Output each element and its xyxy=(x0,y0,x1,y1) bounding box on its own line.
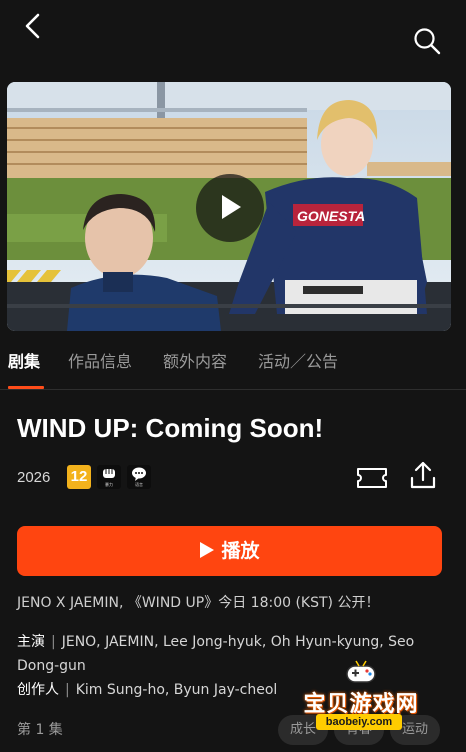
separator: | xyxy=(65,682,70,698)
play-button-label: 播放 xyxy=(221,540,260,562)
tab-bar: 剧集 作品信息 额外内容 活动／公告 xyxy=(0,336,466,390)
meta-row: 2026 12 暴力 语言 xyxy=(17,461,457,492)
cast-label: 主演 xyxy=(17,634,45,650)
fist-icon xyxy=(103,469,115,478)
violence-badge-label: 暴力 xyxy=(105,482,113,487)
speech-bubble-icon xyxy=(132,467,146,481)
play-button[interactable]: 播放 xyxy=(17,526,442,576)
play-button-overlay[interactable] xyxy=(196,174,264,242)
show-title: WIND UP: Coming Soon! xyxy=(17,413,324,443)
active-tab-indicator xyxy=(8,386,44,389)
watermark: 宝贝游戏网 baobeiy.com xyxy=(286,658,436,740)
ticket-icon[interactable] xyxy=(355,464,389,492)
episode-label: 第 1 集 xyxy=(17,722,63,738)
watermark-url: baobeiy.com xyxy=(316,714,402,730)
play-icon xyxy=(222,195,241,219)
tab-extras[interactable]: 额外内容 xyxy=(163,348,227,372)
release-year: 2026 xyxy=(17,469,51,486)
separator: | xyxy=(51,634,56,650)
tab-episodes[interactable]: 剧集 xyxy=(8,348,40,372)
description: JENO X JAEMIN, 《WIND UP》今日 18:00 (KST) 公… xyxy=(17,595,380,611)
jersey-text: GONESTA xyxy=(297,208,365,224)
tab-info[interactable]: 作品信息 xyxy=(68,348,132,372)
tab-events[interactable]: 活动／公告 xyxy=(258,348,338,372)
gamepad-icon xyxy=(346,660,376,683)
chevron-left-icon[interactable] xyxy=(20,12,48,40)
share-icon[interactable] xyxy=(409,460,437,490)
hero-thumbnail[interactable]: GONESTA xyxy=(7,82,451,331)
creator-names: Kim Sung-ho, Byun Jay-cheol xyxy=(75,682,278,698)
language-badge-label: 语言 xyxy=(135,482,143,487)
top-bar xyxy=(0,0,466,80)
search-icon[interactable] xyxy=(412,26,442,56)
violence-badge: 暴力 xyxy=(97,465,121,489)
play-icon xyxy=(200,542,215,558)
creator-label: 创作人 xyxy=(17,682,59,698)
age-rating-badge: 12 xyxy=(67,465,91,489)
language-badge: 语言 xyxy=(127,465,151,489)
